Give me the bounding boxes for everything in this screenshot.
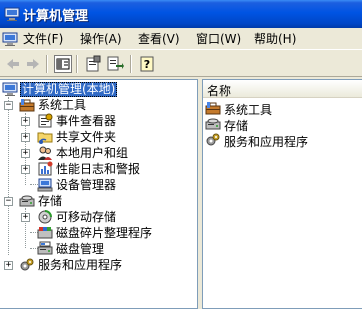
forward-arrow-icon[interactable] — [24, 55, 42, 73]
expand-toggle[interactable]: + — [21, 213, 30, 222]
expand-toggle[interactable]: + — [21, 149, 30, 158]
show-hide-console-tree-icon[interactable] — [54, 55, 72, 73]
toolbar-separator — [76, 55, 78, 73]
users-icon — [37, 145, 53, 161]
console-tree[interactable]: 计算机管理(本地) − 系统工具 + 事件查看器 + 共享文件夹 + 本地用户和… — [0, 79, 198, 309]
menu-help[interactable]: 帮助(H) — [254, 32, 296, 48]
menu-action[interactable]: 操作(A) — [80, 32, 122, 48]
tree-node-local-users[interactable]: + 本地用户和组 — [0, 145, 197, 161]
title-bar[interactable]: 计算机管理 — [0, 0, 362, 28]
column-header-name[interactable]: 名称 — [203, 80, 362, 98]
tree-node-system-tools[interactable]: − 系统工具 — [0, 97, 197, 113]
tree-node-event-viewer[interactable]: + 事件查看器 — [0, 113, 197, 129]
tree-node-label: 计算机管理(本地) — [20, 82, 118, 97]
list-item-storage[interactable]: 存储 — [205, 116, 361, 133]
storage-icon — [19, 193, 35, 209]
tree-node-label: 可移动存储 — [56, 210, 117, 224]
tree-node-device-manager[interactable]: 设备管理器 — [0, 177, 197, 193]
services-apps-icon — [19, 257, 35, 273]
tree-node-label: 性能日志和警报 — [56, 162, 141, 176]
tree-node-label: 设备管理器 — [56, 178, 117, 192]
toolbox-icon — [19, 97, 35, 113]
toolbar-separator — [46, 55, 48, 73]
list-item-label: 服务和应用程序 — [224, 135, 309, 149]
tree-node-performance-logs[interactable]: + 性能日志和警报 — [0, 161, 197, 177]
list-item-services-apps[interactable]: 服务和应用程序 — [205, 132, 361, 149]
console-content: 计算机管理(本地) − 系统工具 + 事件查看器 + 共享文件夹 + 本地用户和… — [0, 79, 362, 309]
tree-node-label: 系统工具 — [38, 98, 87, 112]
expand-toggle[interactable]: + — [21, 133, 30, 142]
tree-node-label: 本地用户和组 — [56, 146, 129, 160]
column-header-label: 名称 — [207, 84, 232, 98]
tree-node-label: 共享文件夹 — [56, 130, 117, 144]
help-icon[interactable]: ? — [138, 55, 156, 73]
list-item-system-tools[interactable]: 系统工具 — [205, 100, 361, 117]
device-manager-icon — [37, 177, 53, 193]
removable-storage-icon — [37, 209, 53, 225]
shared-folder-icon — [37, 129, 53, 145]
menu-window[interactable]: 窗口(W) — [196, 32, 241, 48]
tree-node-disk-management[interactable]: 磁盘管理 — [0, 241, 197, 257]
tree-node-removable-storage[interactable]: + 可移动存储 — [0, 209, 197, 225]
computer-management-icon — [2, 81, 18, 97]
tree-node-root[interactable]: 计算机管理(本地) — [0, 81, 197, 97]
expand-toggle[interactable]: + — [21, 117, 30, 126]
tree-node-disk-defragmenter[interactable]: 磁盘碎片整理程序 — [0, 225, 197, 241]
expand-toggle[interactable]: + — [21, 165, 30, 174]
export-list-icon[interactable] — [106, 55, 124, 73]
defragmenter-icon — [37, 225, 53, 241]
tree-node-label: 服务和应用程序 — [38, 258, 123, 272]
computer-management-icon[interactable] — [4, 6, 20, 22]
tree-node-shared-folders[interactable]: + 共享文件夹 — [0, 129, 197, 145]
window-title: 计算机管理 — [23, 9, 89, 24]
tree-node-services-apps[interactable]: + 服务和应用程序 — [0, 257, 197, 273]
toolbar-separator — [130, 55, 132, 73]
disk-management-icon — [37, 241, 53, 257]
tree-node-storage[interactable]: − 存储 — [0, 193, 197, 209]
menu-bar: 文件(F) 操作(A) 查看(V) 窗口(W) 帮助(H) — [0, 28, 362, 50]
toolbar: ? — [0, 51, 362, 77]
mmc-system-menu-icon[interactable] — [2, 31, 18, 47]
performance-logs-icon — [37, 161, 53, 177]
tree-node-label: 磁盘管理 — [56, 242, 105, 256]
event-viewer-icon — [37, 113, 53, 129]
properties-icon[interactable] — [84, 55, 102, 73]
tree-node-label: 存储 — [38, 194, 63, 208]
collapse-toggle[interactable]: − — [4, 101, 13, 110]
result-pane[interactable]: 名称 系统工具 存储 服务和应用程序 — [202, 79, 362, 309]
tree-node-label: 磁盘碎片整理程序 — [56, 226, 153, 240]
expand-toggle[interactable]: + — [4, 261, 13, 270]
menu-view[interactable]: 查看(V) — [138, 32, 180, 48]
collapse-toggle[interactable]: − — [4, 197, 13, 206]
tree-node-label: 事件查看器 — [56, 114, 117, 128]
services-apps-icon — [205, 132, 221, 148]
storage-icon — [205, 116, 221, 132]
back-arrow-icon[interactable] — [4, 55, 22, 73]
menu-file[interactable]: 文件(F) — [23, 32, 63, 48]
svg-text:?: ? — [144, 58, 150, 71]
toolbox-icon — [205, 100, 221, 116]
